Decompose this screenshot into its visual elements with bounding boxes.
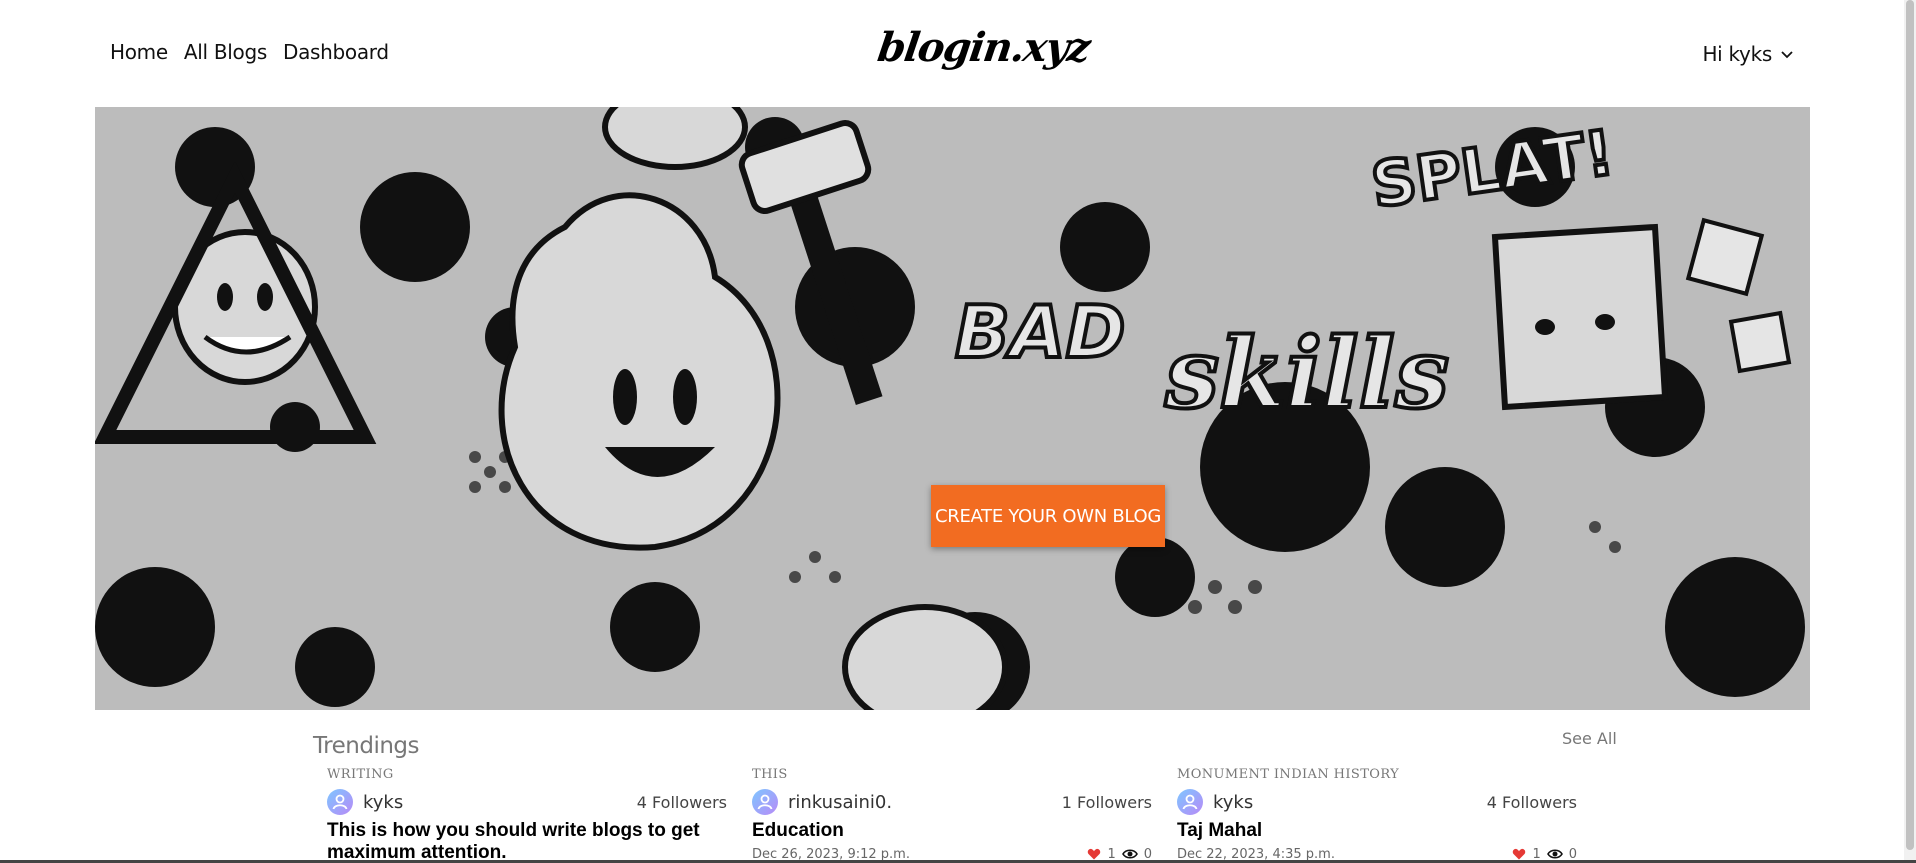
card-category: MONUMENT INDIAN HISTORY bbox=[1177, 767, 1400, 782]
card-followers: 1 Followers bbox=[1061, 792, 1152, 812]
nav-home-link[interactable]: Home bbox=[110, 40, 168, 64]
card-category: WRITING bbox=[327, 767, 394, 782]
card-followers: 4 Followers bbox=[1486, 792, 1577, 812]
user-menu-dropdown[interactable]: Hi kyks bbox=[1702, 42, 1794, 66]
create-blog-button[interactable]: CREATE YOUR OWN BLOG bbox=[931, 485, 1165, 547]
heart-icon[interactable] bbox=[1512, 847, 1526, 861]
card-category: THIS bbox=[752, 767, 788, 782]
see-all-link[interactable]: See All bbox=[1562, 729, 1617, 748]
trendings-heading: Trendings bbox=[313, 733, 420, 759]
nav-all-blogs-link[interactable]: All Blogs bbox=[184, 40, 267, 64]
graffiti-word-skills: skills bbox=[1164, 317, 1449, 430]
user-icon bbox=[332, 794, 348, 810]
avatar bbox=[1177, 789, 1203, 815]
graffiti-word-bad: BAD bbox=[955, 290, 1125, 374]
main-nav: Home All Blogs Dashboard bbox=[110, 40, 389, 64]
avatar bbox=[327, 789, 353, 815]
heart-icon[interactable] bbox=[1087, 847, 1101, 861]
nav-dashboard-link[interactable]: Dashboard bbox=[283, 40, 389, 64]
card-author[interactable]: kyks bbox=[363, 792, 403, 813]
site-logo[interactable]: blogin.xyz bbox=[875, 24, 1092, 71]
avatar bbox=[752, 789, 778, 815]
hero-banner: BAD skills SPLAT! CREATE YOUR OWN BLOG bbox=[95, 107, 1810, 710]
card-author[interactable]: kyks bbox=[1213, 792, 1253, 813]
trending-card[interactable]: WRITING kyks 4 Followers This is how you… bbox=[327, 767, 727, 863]
trending-card[interactable]: THIS rinkusaini0. 1 Followers Education … bbox=[752, 767, 1152, 862]
card-title[interactable]: This is how you should write blogs to ge… bbox=[327, 820, 727, 863]
chevron-down-icon bbox=[1781, 51, 1793, 59]
page-scrollbar[interactable] bbox=[1904, 0, 1916, 863]
graffiti-background-image: BAD skills SPLAT! bbox=[95, 107, 1810, 710]
scrollbar-thumb[interactable] bbox=[1906, 0, 1914, 850]
trending-card[interactable]: MONUMENT INDIAN HISTORY kyks 4 Followers… bbox=[1177, 767, 1577, 862]
user-greeting: Hi kyks bbox=[1702, 42, 1772, 66]
card-followers: 4 Followers bbox=[636, 792, 727, 812]
user-icon bbox=[1182, 794, 1198, 810]
card-title[interactable]: Taj Mahal bbox=[1177, 820, 1577, 842]
user-icon bbox=[757, 794, 773, 810]
card-title[interactable]: Education bbox=[752, 820, 1152, 842]
card-author[interactable]: rinkusaini0. bbox=[788, 792, 892, 813]
